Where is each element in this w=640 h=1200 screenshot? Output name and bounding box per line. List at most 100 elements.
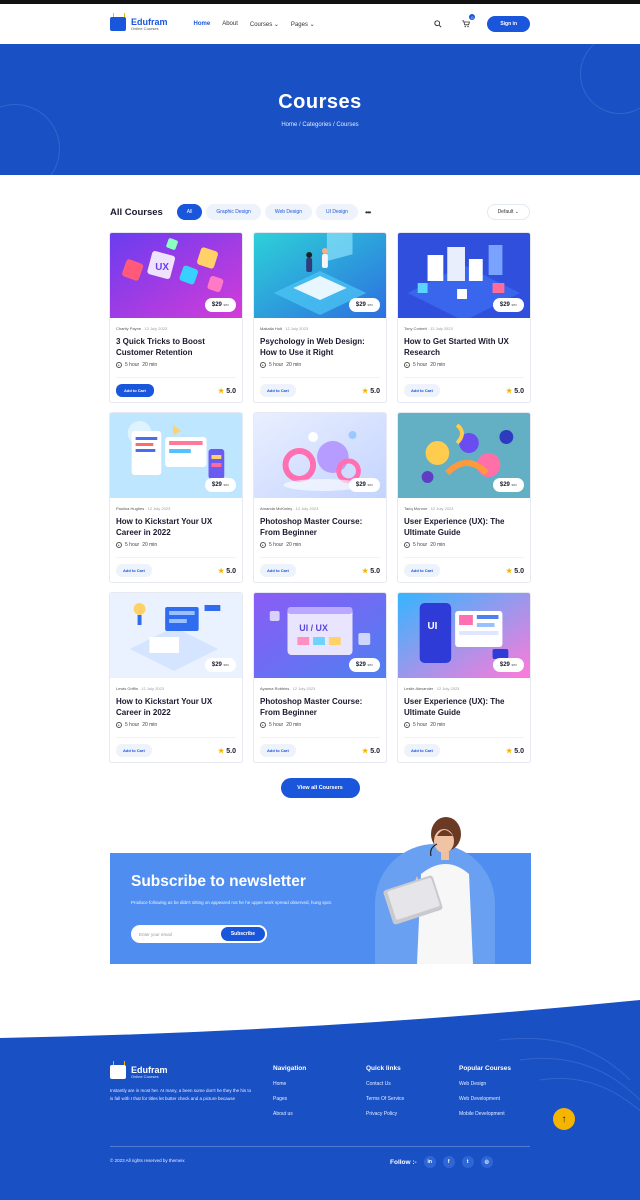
course-thumbnail[interactable]: $29 sec (110, 413, 242, 498)
footer-logo[interactable]: Edufram Online Courses (110, 1061, 255, 1079)
scroll-to-top-button[interactable]: ↑ (553, 1108, 575, 1130)
course-thumbnail[interactable]: $29 sec (398, 413, 530, 498)
course-date: 12 July 2023 (430, 326, 453, 331)
menu-about[interactable]: About (222, 21, 238, 28)
add-to-cart-button[interactable]: Add to Cart (404, 384, 440, 397)
woman-with-laptop-illustration (383, 817, 473, 964)
twitter-icon[interactable]: t (461, 1156, 474, 1168)
price-unit: sec (223, 483, 229, 487)
course-thumbnail[interactable]: $29 sec (398, 233, 530, 321)
menu-pages-label: Pages (290, 21, 308, 28)
star-icon: ★ (218, 567, 225, 575)
footer-link-home[interactable]: Home (273, 1081, 306, 1087)
course-thumbnail[interactable]: UI $29 sec (398, 593, 530, 678)
footer-link-pages[interactable]: Pages (273, 1096, 306, 1102)
footer-col-title: Navigation (273, 1065, 307, 1072)
newsletter-title: Subscribe to newsletter (131, 873, 306, 890)
clock-icon: ▸ (116, 362, 122, 368)
course-title[interactable]: How to Get Started With UX Research (404, 337, 524, 359)
add-to-cart-button[interactable]: Add to Cart (260, 384, 296, 397)
clock-icon: ▸ (260, 542, 266, 548)
rating-value: 5.0 (514, 387, 524, 395)
add-to-cart-button[interactable]: Add to Cart (116, 564, 152, 577)
menu-courses[interactable]: Courses ⌄ (250, 21, 279, 28)
course-title[interactable]: Psychology in Web Design: How to Use it … (260, 337, 380, 359)
course-card[interactable]: $29 sec Lewis Griffin . 12 July 2023 How t… (109, 592, 243, 763)
copyright: © 2023 All rights reserved by themeix (110, 1158, 185, 1163)
course-title[interactable]: Photoshop Master Course: From Beginner (260, 697, 380, 719)
footer-link-web-development[interactable]: Web Development (459, 1096, 511, 1102)
add-to-cart-button[interactable]: Add to Cart (404, 744, 440, 757)
add-to-cart-button[interactable]: Add to Cart (260, 744, 296, 757)
filter-chip-ui-design[interactable]: UI Design (315, 204, 358, 220)
footer-link-about[interactable]: About us (273, 1111, 306, 1117)
footer-link-privacy[interactable]: Privacy Policy (366, 1111, 404, 1117)
rating-value: 5.0 (514, 567, 524, 575)
signin-button[interactable]: Sign in (487, 16, 530, 32)
search-icon[interactable] (431, 17, 445, 31)
filter-chip-all[interactable]: All (176, 204, 203, 220)
menu-home[interactable]: Home (194, 21, 211, 28)
course-title[interactable]: 3 Quick Tricks to Boost Customer Retenti… (116, 337, 236, 359)
course-meta: Lewis Griffin . 12 July 2023 (116, 686, 164, 691)
footer-link-web-design[interactable]: Web Design (459, 1081, 511, 1087)
course-card[interactable]: $29 sec Amanda McKinley . 12 July 2023 Pho… (253, 412, 387, 583)
brand-logo[interactable]: Edufram Online Courses (110, 13, 168, 31)
course-card[interactable]: UI / UX $29 sec Ayanna Robbins . 12 July 2… (253, 592, 387, 763)
course-card[interactable]: $29 sec Makaila Holt . 12 July 2023 Psycho… (253, 232, 387, 403)
footer-brand-subtitle: Online Courses (131, 1073, 159, 1079)
course-author: Paulina Hughes (116, 506, 145, 511)
email-input[interactable]: Enter your email (139, 932, 172, 937)
course-duration: ▸ 5 hour 20 min (404, 362, 524, 368)
course-date: 12 July 2023 (292, 686, 316, 691)
course-title[interactable]: Photoshop Master Course: From Beginner (260, 517, 380, 539)
filter-chip-web-design[interactable]: Web Design (264, 204, 312, 220)
menu-pages[interactable]: Pages ⌄ (291, 21, 315, 28)
sort-value: Default (497, 209, 514, 215)
course-card[interactable]: UI $29 sec Leslie Alexander . 12 July 2023… (397, 592, 531, 763)
course-card[interactable]: $29 sec Tony Corbett . 12 July 2023 How to… (397, 232, 531, 403)
course-title[interactable]: User Experience (UX): The Ultimate Guide (404, 517, 524, 539)
course-card[interactable]: $29 sec Tariq Monroe . 12 July 2023 User E… (397, 412, 531, 583)
course-thumbnail[interactable]: UI / UX $29 sec (254, 593, 386, 678)
book-logo-icon (110, 13, 126, 31)
price-unit: sec (511, 483, 517, 487)
course-date: 12 July 2023 (141, 686, 164, 691)
course-title[interactable]: How to Kickstart Your UX Career in 2022 (116, 697, 236, 719)
course-minutes: 20 min (430, 542, 446, 548)
course-thumbnail[interactable]: UX $29 sec (110, 233, 242, 318)
add-to-cart-button[interactable]: Add to Cart (116, 384, 154, 397)
subscribe-button[interactable]: Subscribe (218, 925, 267, 943)
course-title[interactable]: User Experience (UX): The Ultimate Guide (404, 697, 524, 719)
instagram-icon[interactable]: ◎ (480, 1156, 493, 1168)
linkedin-icon[interactable]: in (423, 1156, 436, 1168)
star-icon: ★ (506, 567, 513, 575)
footer-link-contact[interactable]: Contact Us (366, 1081, 404, 1087)
add-to-cart-button[interactable]: Add to Cart (260, 564, 296, 577)
course-card[interactable]: $29 sec Paulina Hughes . 12 July 2023 How … (109, 412, 243, 583)
add-to-cart-button[interactable]: Add to Cart (404, 564, 440, 577)
social-follow: Follow :- in f t ◎ (390, 1156, 493, 1168)
course-thumbnail[interactable]: $29 sec (254, 233, 386, 318)
price-value: $29 (211, 302, 222, 308)
cart-icon[interactable]: 0 (459, 14, 476, 31)
course-card[interactable]: UX $29 sec Charity Payne . 12 July 2023 3 Q… (109, 232, 243, 403)
menu-courses-label: Courses (249, 21, 273, 28)
course-thumbnail[interactable]: $29 sec (254, 413, 386, 498)
footer-link-terms[interactable]: Terms Of Service (366, 1096, 404, 1102)
footer-link-mobile-development[interactable]: Mobile Development (459, 1111, 511, 1117)
add-to-cart-button[interactable]: Add to Cart (116, 744, 152, 757)
chevron-down-icon: ⌄ (273, 21, 279, 28)
course-rating: ★ 5.0 (506, 387, 524, 395)
course-thumbnail[interactable]: $29 sec (110, 593, 242, 678)
view-all-courses-button[interactable]: View all Coursers (280, 778, 360, 798)
facebook-icon[interactable]: f (442, 1156, 455, 1168)
sort-select[interactable]: Default ⌄ (486, 204, 530, 220)
breadcrumb: Home / Categories / Courses (281, 122, 359, 128)
course-hours: 5 hour (413, 362, 428, 368)
price-badge: $29 sec (348, 658, 380, 672)
course-author: Charity Payne (116, 326, 142, 331)
more-icon[interactable]: ••• (365, 208, 371, 217)
filter-chip-graphic-design[interactable]: Graphic Design (206, 204, 261, 220)
course-title[interactable]: How to Kickstart Your UX Career in 2022 (116, 517, 236, 539)
